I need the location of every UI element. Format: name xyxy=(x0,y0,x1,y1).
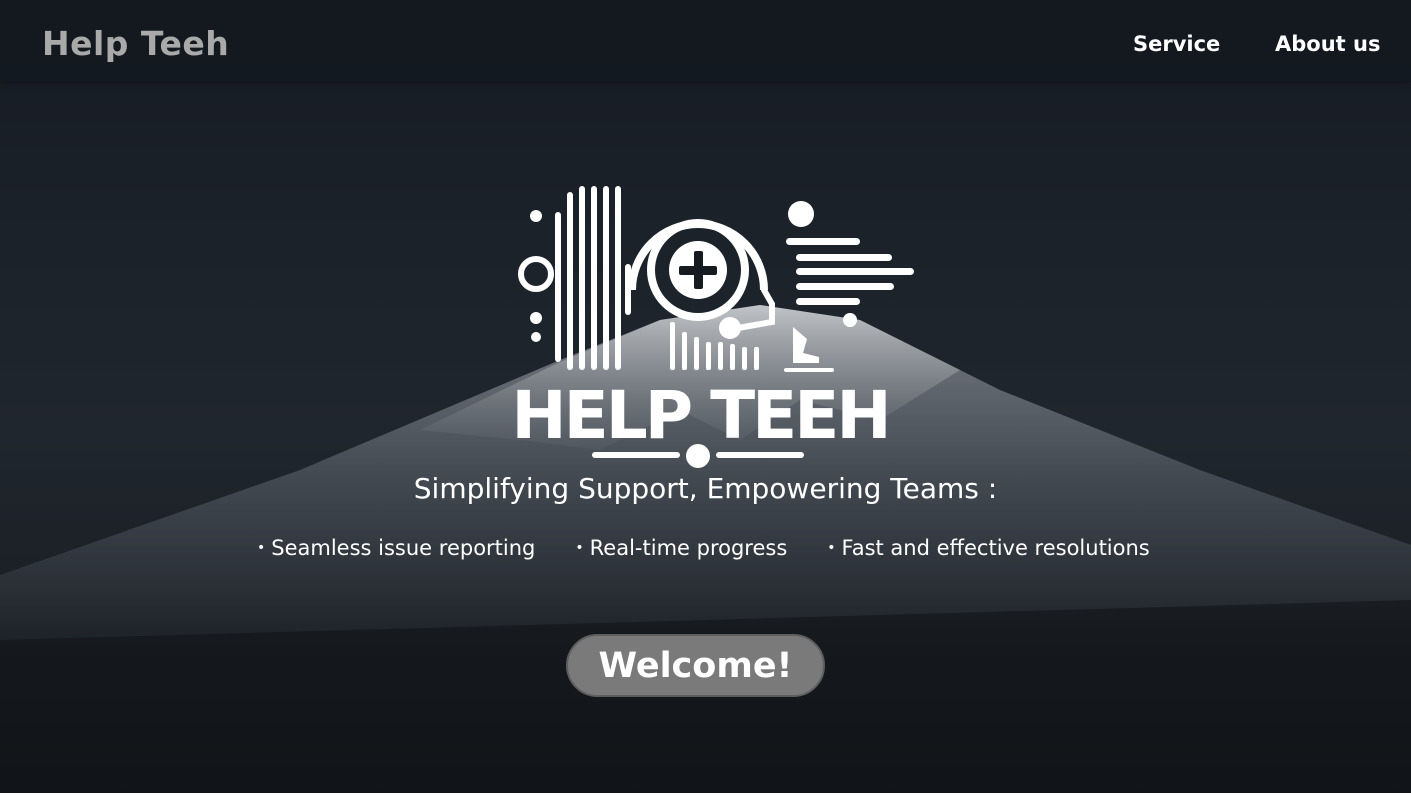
top-navbar: Help Teeh Service About us xyxy=(0,0,1411,81)
logo-wordmark: HELP TEEH xyxy=(511,377,888,454)
tagline: Simplifying Support, Empowering Teams : xyxy=(413,472,998,505)
hero-section: HELP TEEH Simplifying Support, Empowerin… xyxy=(0,0,1411,793)
bullet-icon: • xyxy=(257,540,266,556)
bullet-icon: • xyxy=(575,540,584,556)
feature-item: • Fast and effective resolutions xyxy=(827,535,1149,561)
feature-item: • Real-time progress xyxy=(575,535,787,561)
nav-link-service[interactable]: Service xyxy=(1133,34,1220,55)
feature-item: • Seamless issue reporting xyxy=(257,535,535,561)
welcome-button[interactable]: Welcome! xyxy=(566,634,825,697)
feature-label: Real-time progress xyxy=(589,536,788,560)
feature-list: • Seamless issue reporting • Real-time pro… xyxy=(257,535,1150,561)
nav-link-about-us[interactable]: About us xyxy=(1275,34,1380,55)
help-teeh-logo: HELP TEEH xyxy=(511,186,914,468)
feature-label: Fast and effective resolutions xyxy=(841,536,1150,560)
bullet-icon: • xyxy=(827,540,836,556)
brand-title[interactable]: Help Teeh xyxy=(42,27,229,60)
feature-label: Seamless issue reporting xyxy=(271,536,536,560)
